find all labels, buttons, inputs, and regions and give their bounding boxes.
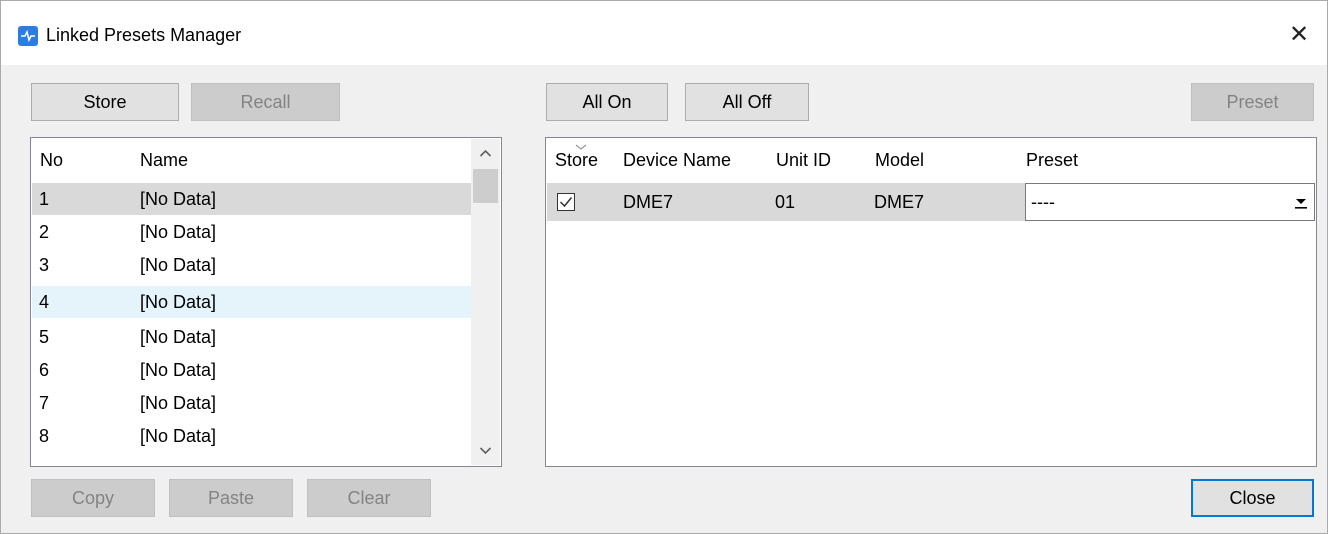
list-item-no: 2 <box>39 222 50 242</box>
list-item-name: [No Data] <box>140 292 217 312</box>
scroll-thumb[interactable] <box>473 169 498 203</box>
column-header-no[interactable]: No <box>40 150 63 171</box>
list-item-name: [No Data] <box>140 393 217 413</box>
list-item-name: [No Data] <box>140 426 217 446</box>
clear-button[interactable]: Clear <box>307 479 431 517</box>
list-item[interactable]: 1 [No Data] <box>32 183 471 215</box>
scroll-down-icon[interactable] <box>471 437 500 465</box>
list-item-name: [No Data] <box>140 189 217 209</box>
list-item-no: 1 <box>39 189 50 209</box>
device-name-cell: DME7 <box>623 192 674 212</box>
list-item-no: 4 <box>39 292 50 312</box>
column-header-model[interactable]: Model <box>875 150 924 171</box>
dropdown-arrow-icon[interactable] <box>1292 193 1310 211</box>
title-bar: Linked Presets Manager ✕ <box>1 1 1327 65</box>
list-item-name: [No Data] <box>140 222 217 242</box>
list-item[interactable]: 5 [No Data] <box>32 321 471 353</box>
checkbox-checked-icon[interactable] <box>557 193 575 211</box>
recall-button[interactable]: Recall <box>191 83 340 121</box>
close-button[interactable]: Close <box>1191 479 1314 517</box>
list-item[interactable]: 3 [No Data] <box>32 249 471 281</box>
close-icon[interactable]: ✕ <box>1285 21 1313 49</box>
all-off-button[interactable]: All Off <box>685 83 809 121</box>
list-item-no: 7 <box>39 393 50 413</box>
column-header-device-name[interactable]: Device Name <box>623 150 731 171</box>
list-item-name: [No Data] <box>140 327 217 347</box>
app-icon <box>18 26 38 46</box>
sort-indicator-icon <box>574 137 588 150</box>
linked-presets-manager-window: Linked Presets Manager ✕ Store Recall No… <box>0 0 1328 534</box>
list-item-no: 8 <box>39 426 50 446</box>
column-header-unit-id[interactable]: Unit ID <box>776 150 831 171</box>
paste-button[interactable]: Paste <box>169 479 293 517</box>
scroll-up-icon[interactable] <box>471 139 500 167</box>
list-item[interactable]: 6 [No Data] <box>32 354 471 386</box>
column-header-name[interactable]: Name <box>140 150 188 171</box>
column-header-preset[interactable]: Preset <box>1026 150 1078 171</box>
copy-button[interactable]: Copy <box>31 479 155 517</box>
device-table: Store Device Name Unit ID Model Preset D… <box>545 137 1317 467</box>
list-item-no: 3 <box>39 255 50 275</box>
unit-id-cell: 01 <box>775 192 796 212</box>
preset-dropdown-value: ---- <box>1031 192 1055 212</box>
list-item-name: [No Data] <box>140 255 217 275</box>
list-item[interactable]: 8 [No Data] <box>32 420 471 452</box>
table-row[interactable]: DME7 01 DME7 <box>547 183 1025 221</box>
model-cell: DME7 <box>874 192 925 212</box>
all-on-button[interactable]: All On <box>546 83 668 121</box>
window-title: Linked Presets Manager <box>46 25 242 45</box>
list-item-no: 5 <box>39 327 50 347</box>
list-item-name: [No Data] <box>140 360 217 380</box>
list-item-no: 6 <box>39 360 50 380</box>
column-header-store[interactable]: Store <box>555 150 598 171</box>
preset-button[interactable]: Preset <box>1191 83 1314 121</box>
store-button[interactable]: Store <box>31 83 179 121</box>
vertical-scrollbar[interactable] <box>471 139 500 465</box>
list-item[interactable]: 4 [No Data] <box>32 286 471 318</box>
list-item[interactable]: 7 [No Data] <box>32 387 471 419</box>
preset-dropdown[interactable]: ---- <box>1025 183 1315 221</box>
list-item[interactable]: 2 [No Data] <box>32 216 471 248</box>
preset-list: No Name 1 [No Data] 2 [No Data] 3 [No Da… <box>30 137 502 467</box>
